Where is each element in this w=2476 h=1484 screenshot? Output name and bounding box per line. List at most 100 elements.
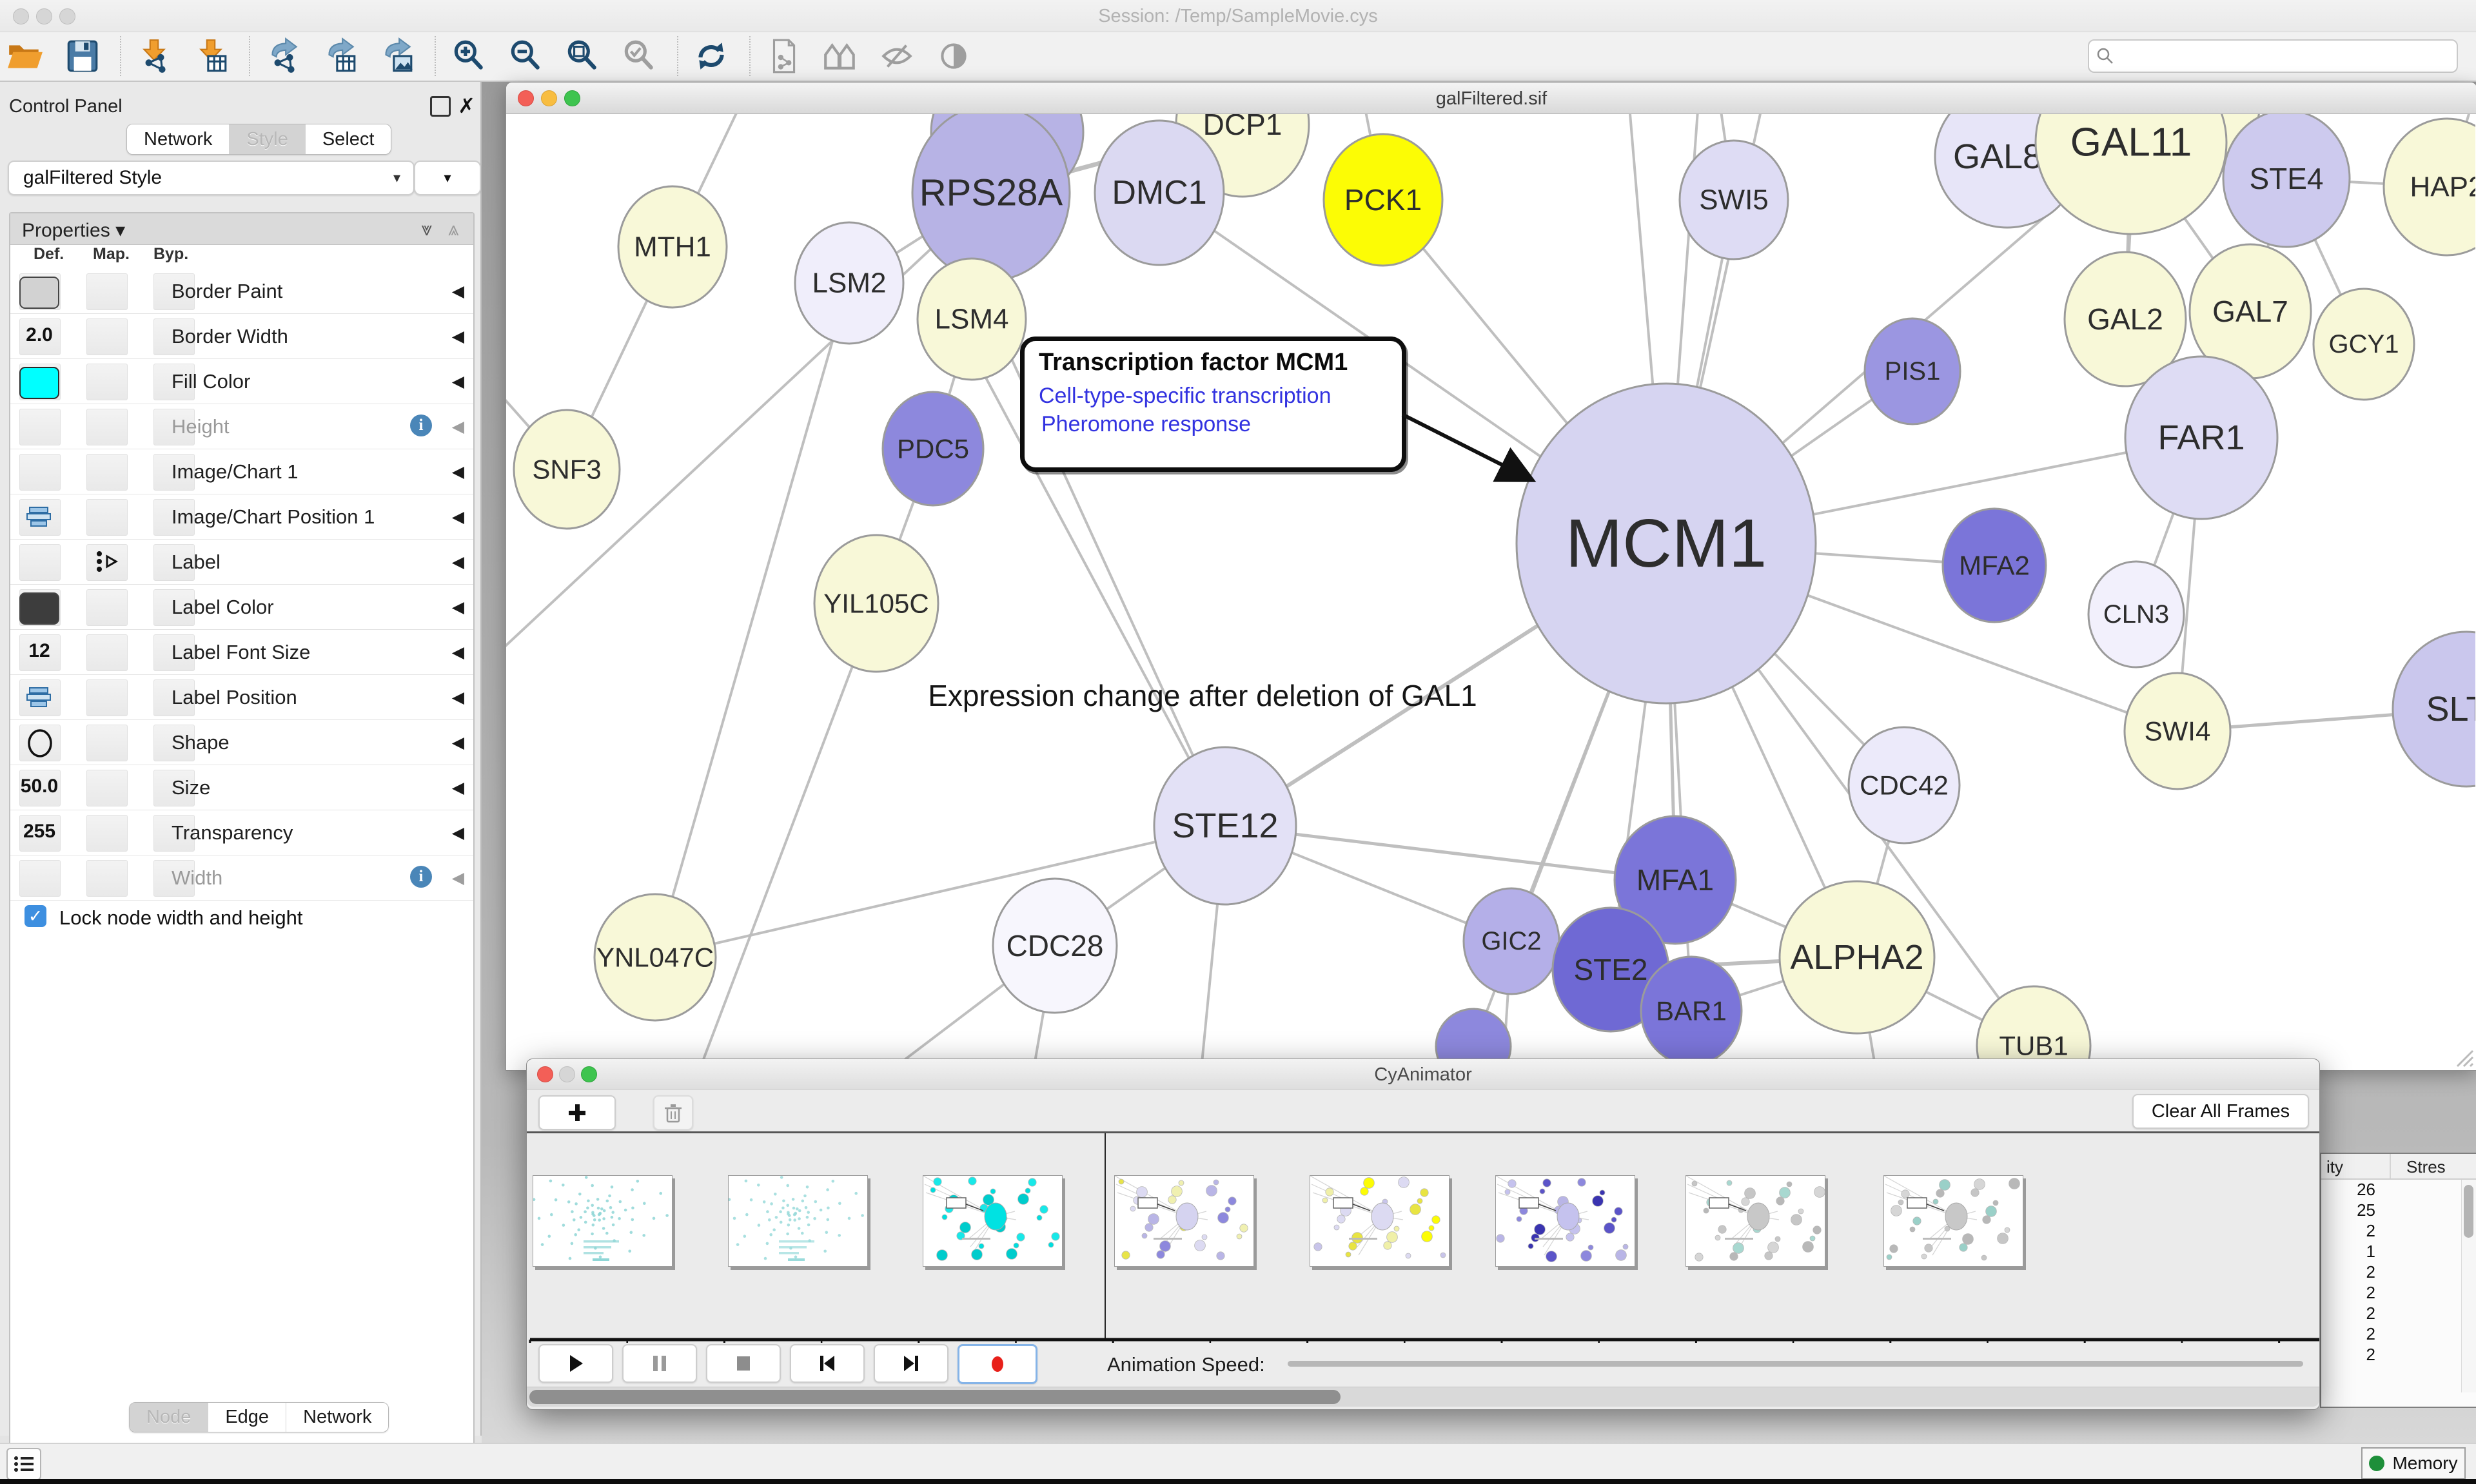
info-icon[interactable]: i bbox=[410, 866, 432, 888]
node-FAR1[interactable]: FAR1 bbox=[2125, 356, 2277, 519]
expand-property-icon[interactable]: ◀ bbox=[452, 733, 464, 752]
map-cell[interactable] bbox=[86, 815, 128, 852]
import-table-icon[interactable] bbox=[192, 37, 230, 75]
save-icon[interactable] bbox=[63, 37, 101, 75]
export-network-icon[interactable] bbox=[264, 37, 302, 75]
tab-network[interactable]: Network bbox=[127, 124, 229, 154]
resize-grip-icon[interactable] bbox=[2451, 1044, 2474, 1068]
node-TUB1[interactable]: TUB1 bbox=[1977, 986, 2090, 1069]
search-input[interactable] bbox=[2088, 39, 2458, 73]
def-cell[interactable] bbox=[19, 409, 61, 445]
node-CLN3[interactable]: CLN3 bbox=[2088, 561, 2184, 667]
table-cell[interactable]: 2 bbox=[2321, 1221, 2375, 1242]
map-cell[interactable] bbox=[86, 634, 128, 671]
delete-frame-button[interactable] bbox=[653, 1095, 693, 1130]
node-SLT2[interactable]: SLT2 bbox=[2393, 632, 2475, 786]
network-canvas[interactable]: DCP1RPS28ADMC1PCK1MTH1LSM2LSM4SNF3PDC5YI… bbox=[506, 114, 2475, 1069]
node-SNF3[interactable]: SNF3 bbox=[514, 410, 620, 529]
node-SWI4[interactable]: SWI4 bbox=[2125, 673, 2230, 789]
close-panel-icon[interactable]: ✗ bbox=[458, 93, 475, 118]
property-row-border-width[interactable]: 2.0Border Width◀ bbox=[10, 314, 473, 359]
timeline-frame-5[interactable] bbox=[1495, 1175, 1635, 1267]
expand-property-icon[interactable]: ◀ bbox=[452, 552, 464, 572]
property-row-image-chart-1[interactable]: Image/Chart 1◀ bbox=[10, 449, 473, 494]
default-swatch[interactable] bbox=[19, 277, 59, 309]
node-CDC28[interactable]: CDC28 bbox=[993, 879, 1117, 1013]
property-row-border-paint[interactable]: Border Paint◀ bbox=[10, 269, 473, 314]
node-LSM4[interactable]: LSM4 bbox=[918, 259, 1026, 380]
property-row-image-chart-position-1[interactable]: Image/Chart Position 1◀ bbox=[10, 494, 473, 540]
expand-property-icon[interactable]: ◀ bbox=[452, 282, 464, 301]
hide-eye-icon[interactable] bbox=[878, 37, 916, 75]
map-cell[interactable] bbox=[86, 770, 128, 806]
node-ALPHA2[interactable]: ALPHA2 bbox=[1780, 881, 1934, 1033]
float-panel-icon[interactable] bbox=[430, 96, 451, 117]
node-STE12[interactable]: STE12 bbox=[1154, 747, 1296, 904]
map-cell[interactable] bbox=[86, 860, 128, 897]
clear-all-frames-button[interactable]: Clear All Frames bbox=[2132, 1094, 2309, 1129]
property-row-height[interactable]: Heighti◀ bbox=[10, 404, 473, 449]
open-folder-icon[interactable] bbox=[6, 37, 44, 75]
expand-property-icon[interactable]: ◀ bbox=[452, 868, 464, 888]
contrast-eye-icon[interactable] bbox=[935, 37, 972, 75]
info-icon[interactable]: i bbox=[410, 415, 432, 436]
map-cell[interactable] bbox=[86, 318, 128, 355]
edge-YNL047C-STE12[interactable] bbox=[655, 826, 1225, 957]
node-GIC2[interactable]: GIC2 bbox=[1464, 888, 1559, 994]
table-cell[interactable]: 2 bbox=[2321, 1345, 2375, 1365]
zoom-fit-icon[interactable] bbox=[564, 37, 601, 75]
node-DMC1[interactable]: DMC1 bbox=[1095, 121, 1224, 265]
map-cell[interactable] bbox=[86, 409, 128, 445]
zoom-in-icon[interactable] bbox=[450, 37, 487, 75]
node-CDC42[interactable]: CDC42 bbox=[1849, 727, 1960, 843]
def-cell[interactable] bbox=[19, 544, 61, 581]
stop-button[interactable] bbox=[706, 1344, 781, 1383]
properties-header[interactable]: Properties ▾ ⩔ ⩓ bbox=[10, 213, 473, 245]
tab-select[interactable]: Select bbox=[305, 124, 391, 154]
tab-network[interactable]: Network bbox=[286, 1403, 388, 1432]
map-cell[interactable] bbox=[86, 454, 128, 491]
export-image-icon[interactable] bbox=[378, 37, 415, 75]
lock-node-checkbox[interactable]: ✓ bbox=[25, 905, 46, 927]
style-options-button[interactable]: ▾ bbox=[414, 161, 481, 195]
table-cell[interactable]: 1 bbox=[2321, 1242, 2375, 1262]
expand-property-icon[interactable]: ◀ bbox=[452, 372, 464, 391]
table-cell[interactable]: 25 bbox=[2321, 1200, 2375, 1221]
zoom-selected-icon[interactable] bbox=[620, 37, 658, 75]
node-GAL11[interactable]: GAL11 bbox=[2036, 114, 2226, 234]
table-cell[interactable]: 2 bbox=[2321, 1324, 2375, 1345]
expand-property-icon[interactable]: ◀ bbox=[452, 823, 464, 843]
tab-edge[interactable]: Edge bbox=[208, 1403, 286, 1432]
table-cell[interactable]: 2 bbox=[2321, 1283, 2375, 1303]
tab-style[interactable]: Style bbox=[229, 124, 304, 154]
expand-property-icon[interactable]: ◀ bbox=[452, 462, 464, 482]
node-YNL047C[interactable]: YNL047C bbox=[594, 894, 716, 1020]
import-network-icon[interactable] bbox=[135, 37, 173, 75]
node-table-header[interactable]: ity Stres bbox=[2321, 1154, 2476, 1180]
node-YIL105C[interactable]: YIL105C bbox=[814, 535, 938, 672]
node-PCK1[interactable]: PCK1 bbox=[1324, 134, 1442, 266]
node-PDC5[interactable]: PDC5 bbox=[883, 392, 983, 505]
map-cell[interactable] bbox=[86, 499, 128, 536]
property-row-size[interactable]: 50.0Size◀ bbox=[10, 765, 473, 810]
default-swatch[interactable] bbox=[19, 592, 59, 625]
timeline-scrollbar[interactable] bbox=[527, 1387, 2319, 1407]
node-LSM2[interactable]: LSM2 bbox=[795, 222, 903, 344]
skip-end-button[interactable] bbox=[874, 1344, 948, 1383]
timeline-frame-6[interactable] bbox=[1685, 1175, 1825, 1267]
playhead[interactable] bbox=[1105, 1133, 1106, 1341]
animation-speed-slider[interactable] bbox=[1288, 1361, 2303, 1367]
timeline-frame-3[interactable] bbox=[1114, 1175, 1254, 1267]
expand-property-icon[interactable]: ◀ bbox=[452, 778, 464, 797]
expand-all-icon[interactable]: ⩔ bbox=[421, 219, 432, 240]
def-cell[interactable] bbox=[19, 454, 61, 491]
node-GCY1[interactable]: GCY1 bbox=[2314, 289, 2414, 400]
node-SWI5[interactable]: SWI5 bbox=[1680, 141, 1788, 259]
play-button[interactable] bbox=[538, 1344, 613, 1383]
map-cell[interactable] bbox=[86, 589, 128, 626]
property-row-label-position[interactable]: Label Position◀ bbox=[10, 675, 473, 720]
collapse-all-icon[interactable]: ⩓ bbox=[448, 219, 459, 240]
node-BAR1[interactable]: BAR1 bbox=[1641, 957, 1742, 1065]
map-cell[interactable] bbox=[86, 364, 128, 400]
refresh-icon[interactable] bbox=[693, 37, 730, 75]
